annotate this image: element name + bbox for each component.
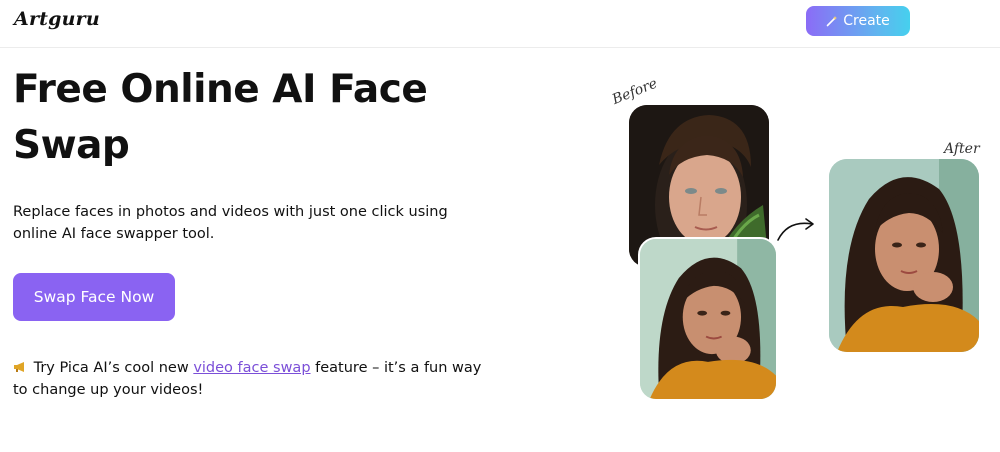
promo-prefix: Try Pica AI’s cool new <box>33 360 189 376</box>
before-label: Before <box>610 75 660 108</box>
artguru-logo[interactable]: Artguru <box>14 8 100 30</box>
curved-arrow-icon <box>777 218 814 241</box>
before-target-face-image <box>638 237 778 401</box>
magic-wand-icon <box>826 16 838 27</box>
after-label: After <box>944 141 980 157</box>
swap-face-now-button[interactable]: Swap Face Now <box>13 273 175 321</box>
top-navigation-bar: Artguru Create <box>0 0 1000 48</box>
after-result-image <box>829 159 979 352</box>
hero-subtitle: Replace faces in photos and videos with … <box>13 204 448 242</box>
create-button[interactable]: Create <box>806 6 910 36</box>
promo-text: Try Pica AI’s cool new video face swap f… <box>13 357 493 401</box>
page-title: Free Online AI Face Swap <box>13 67 428 168</box>
create-button-label: Create <box>843 13 890 29</box>
video-face-swap-link[interactable]: video face swap <box>193 360 310 376</box>
megaphone-icon <box>14 362 24 372</box>
